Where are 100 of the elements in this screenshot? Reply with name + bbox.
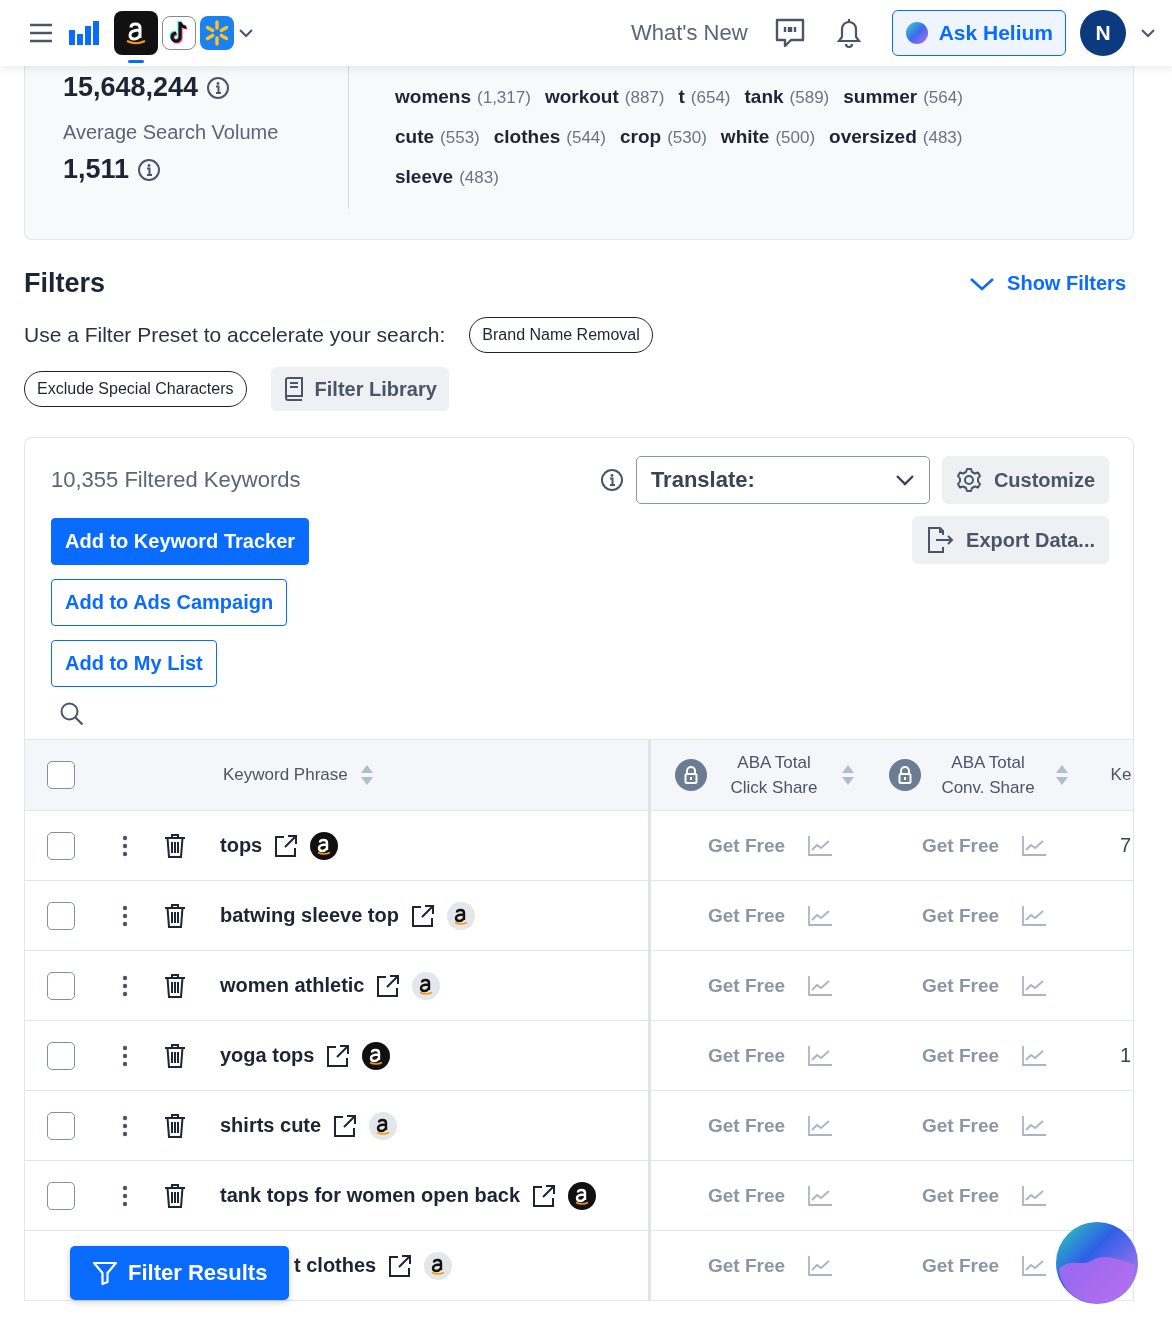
- keyword-phrase[interactable]: t clothes: [294, 1254, 377, 1277]
- trash-icon[interactable]: [164, 972, 186, 999]
- export-data-button[interactable]: Export Data...: [912, 516, 1109, 564]
- customize-button[interactable]: Customize: [941, 456, 1109, 504]
- word-frequency-term: clothes: [493, 126, 561, 148]
- select-all-checkbox[interactable]: [47, 761, 75, 789]
- locked-value: Get Free: [708, 1044, 786, 1067]
- gear-icon: [955, 467, 982, 493]
- average-search-volume-label: Average Search Volume: [63, 121, 280, 144]
- external-link-icon[interactable]: [410, 903, 435, 928]
- locked-value: Get Free: [922, 834, 1000, 857]
- translate-dropdown[interactable]: Translate:: [635, 456, 930, 504]
- chevron-down-icon: [969, 275, 996, 292]
- column-header[interactable]: ABA Total Conv. Share: [933, 749, 1043, 801]
- filter-library-button[interactable]: Filter Library: [270, 367, 449, 411]
- external-link-icon[interactable]: [376, 973, 401, 998]
- row-checkbox[interactable]: [47, 1111, 75, 1140]
- keyword-action-button[interactable]: Add to Ads Campaign: [51, 579, 288, 626]
- locked-value: Get Free: [708, 1114, 786, 1137]
- external-link-icon[interactable]: [532, 1183, 557, 1208]
- keyword-phrase[interactable]: shirts cute: [220, 1114, 322, 1137]
- more-options-icon[interactable]: [122, 834, 128, 857]
- show-filters-toggle[interactable]: Show Filters: [963, 271, 1132, 296]
- locked-value: Get Free: [922, 1044, 1000, 1067]
- word-frequency-term: summer: [843, 86, 918, 108]
- keyword-phrase[interactable]: tops: [220, 834, 263, 857]
- column-header[interactable]: ABA Total Click Share: [719, 749, 829, 801]
- more-options-icon[interactable]: [122, 1114, 128, 1137]
- trash-icon[interactable]: [164, 832, 186, 859]
- info-icon[interactable]: [599, 468, 624, 492]
- external-link-icon[interactable]: [326, 1043, 351, 1068]
- info-icon[interactable]: [137, 157, 162, 182]
- locked-value: Get Free: [922, 1254, 1000, 1277]
- menu-icon[interactable]: [28, 22, 54, 44]
- book-icon: [282, 377, 305, 401]
- info-icon[interactable]: [206, 75, 231, 100]
- more-options-icon[interactable]: [122, 974, 128, 997]
- spark-logo-icon: [200, 16, 234, 50]
- row-checkbox[interactable]: [47, 1181, 75, 1210]
- word-frequency-count: (887): [624, 88, 665, 108]
- locked-value: Get Free: [708, 834, 786, 857]
- keyword-phrase[interactable]: yoga tops: [220, 1044, 315, 1067]
- word-frequency-term: t: [678, 86, 685, 108]
- locked-value: Get Free: [922, 904, 1000, 927]
- trash-icon[interactable]: [164, 1112, 186, 1139]
- filter-preset-chip[interactable]: Brand Name Removal: [469, 317, 653, 353]
- word-frequency-term: tank: [744, 86, 784, 108]
- chat-icon[interactable]: [773, 17, 806, 49]
- word-frequency-term: oversized: [829, 126, 917, 148]
- more-options-icon[interactable]: [122, 904, 128, 927]
- word-frequency-count: (564): [923, 88, 963, 108]
- keyword-action-button[interactable]: Add to Keyword Tracker: [51, 518, 310, 565]
- caret-icon[interactable]: [238, 28, 254, 38]
- trash-icon[interactable]: [164, 902, 186, 929]
- locked-value: Get Free: [922, 1114, 1000, 1137]
- column-header[interactable]: Ke: [1106, 762, 1133, 788]
- locked-value: Get Free: [708, 974, 786, 997]
- caret-icon[interactable]: [1140, 28, 1156, 38]
- trash-icon[interactable]: [164, 1042, 186, 1069]
- keyword-phrase[interactable]: tank tops for women open back: [220, 1184, 521, 1207]
- word-frequency-term: workout: [544, 86, 619, 108]
- locked-value: Get Free: [922, 974, 1000, 997]
- keyword-phrase[interactable]: women athletic: [220, 974, 365, 997]
- word-frequency-count: (553): [440, 128, 480, 148]
- filters-title: Filters: [24, 268, 106, 299]
- orb-icon: [904, 21, 929, 45]
- filter-icon: [92, 1260, 118, 1286]
- whats-new-link[interactable]: What's New: [630, 20, 748, 46]
- assistant-orb-icon[interactable]: [1055, 1219, 1139, 1307]
- word-frequency-count: (483): [459, 168, 499, 188]
- table-cell: 7: [1119, 834, 1131, 857]
- row-checkbox[interactable]: [47, 901, 75, 930]
- user-avatar[interactable]: N: [1080, 10, 1126, 56]
- filter-results-button[interactable]: Filter Results: [70, 1246, 290, 1300]
- trash-icon[interactable]: [164, 1182, 186, 1209]
- search-icon[interactable]: [59, 701, 85, 727]
- bar-chart-logo-icon[interactable]: [68, 20, 100, 46]
- more-options-icon[interactable]: [122, 1044, 128, 1067]
- external-link-icon[interactable]: [274, 833, 299, 858]
- column-header[interactable]: Keyword Phrase: [223, 762, 348, 788]
- word-frequency-term: womens: [395, 86, 472, 108]
- word-frequency-count: (483): [922, 128, 963, 148]
- smile-logo-icon: [114, 11, 158, 55]
- row-checkbox[interactable]: [47, 1041, 75, 1070]
- row-checkbox[interactable]: [47, 831, 75, 860]
- total-search-volume: 15,648,244: [63, 72, 199, 103]
- keyword-action-button[interactable]: Add to My List: [51, 640, 217, 687]
- ask-helium-button[interactable]: Ask Helium: [891, 10, 1066, 56]
- locked-value: Get Free: [922, 1184, 1000, 1207]
- chevron-down-icon: [894, 474, 915, 486]
- keyword-phrase[interactable]: batwing sleeve top: [220, 904, 399, 927]
- locked-value: Get Free: [708, 1184, 786, 1207]
- filter-preset-chip[interactable]: Exclude Special Characters: [24, 371, 247, 407]
- more-options-icon[interactable]: [122, 1184, 128, 1207]
- lock-icon: [675, 759, 707, 791]
- word-frequency-count: (1,317): [477, 88, 531, 108]
- external-link-icon[interactable]: [388, 1253, 413, 1278]
- external-link-icon[interactable]: [333, 1113, 358, 1138]
- row-checkbox[interactable]: [47, 971, 75, 1000]
- export-icon: [926, 527, 955, 553]
